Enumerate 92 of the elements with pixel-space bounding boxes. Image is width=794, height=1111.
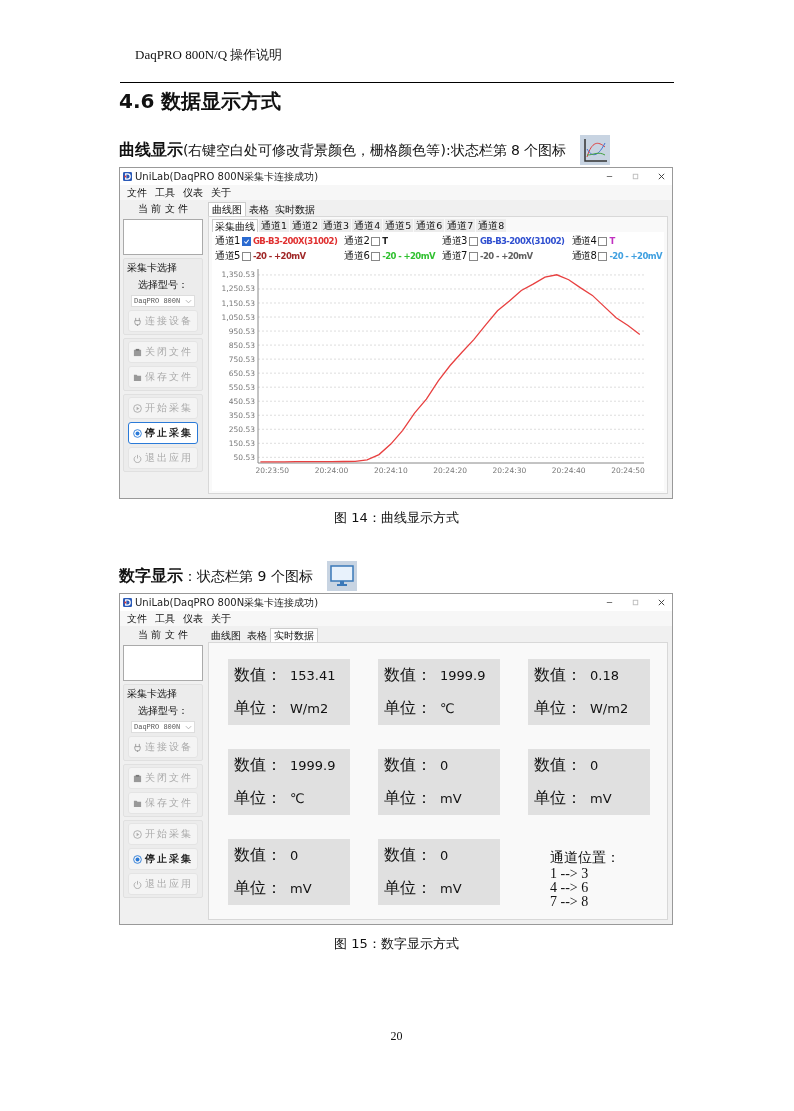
- tab[interactable]: 通道8: [476, 219, 507, 232]
- value-text: 0: [440, 758, 450, 773]
- mapping-text: 1 --> 3: [550, 867, 590, 881]
- channel-label: 通道8: [571, 249, 597, 263]
- page-number: 20: [390, 1029, 403, 1044]
- value-label: 数值：: [234, 755, 283, 776]
- sensor-label: -20 - +20mV: [479, 251, 533, 261]
- tab[interactable]: 表格: [246, 202, 272, 216]
- file-label: 当 前 文 件: [138, 628, 188, 642]
- tab[interactable]: 通道6: [414, 219, 445, 232]
- group-title: 采集卡选择: [127, 687, 177, 701]
- unit-text: mV: [440, 881, 463, 896]
- value-label: 数值：: [384, 755, 433, 776]
- menu-item[interactable]: 仪表: [180, 611, 206, 626]
- unit-label: 单位：: [534, 788, 583, 809]
- unit-label: 单位：: [234, 788, 283, 809]
- sensor-label: GB-B3-200X(31002): [479, 236, 565, 246]
- tab[interactable]: 通道1: [259, 219, 290, 232]
- unit-label: 单位：: [234, 698, 283, 719]
- note-title: 通道位置：: [550, 849, 621, 867]
- value-text: 0.18: [590, 668, 620, 683]
- menu-item[interactable]: 仪表: [180, 185, 206, 200]
- window-title: UniLab(DaqPRO 800N采集卡连接成功): [135, 169, 319, 184]
- channel-label: 通道7: [442, 249, 467, 263]
- tab[interactable]: 实时数据: [272, 202, 318, 216]
- page-header: DaqPRO 800N/Q 操作说明: [134, 46, 283, 64]
- model-label: 选择型号：: [138, 278, 188, 292]
- channel-label: 通道2: [344, 234, 370, 248]
- menu-item[interactable]: 关于: [208, 611, 234, 626]
- unit-text: ℃: [290, 791, 306, 806]
- sidebar-button[interactable]: 停止采集: [128, 422, 198, 444]
- value-label: 数值：: [534, 755, 583, 776]
- unit-text: mV: [590, 791, 613, 806]
- section-heading: 4.6 数据显示方式: [119, 88, 282, 115]
- channel-label: 通道6: [344, 249, 370, 263]
- tab[interactable]: 通道4: [352, 219, 383, 232]
- unit-text: ℃: [440, 701, 456, 716]
- menu-item[interactable]: 工具: [152, 611, 178, 626]
- sensor-label: -20 - +20mV: [252, 251, 306, 261]
- sensor-label: -20 - +20mV: [382, 251, 435, 261]
- channel-label: 通道5: [215, 249, 240, 263]
- value-label: 数值：: [534, 665, 583, 686]
- tab[interactable]: 采集曲线: [212, 219, 258, 232]
- value-text: 153.41: [290, 668, 337, 683]
- sensor-label: T: [609, 236, 615, 246]
- tab[interactable]: 曲线图: [208, 202, 246, 216]
- sensor-label: -20 - +20mV: [609, 251, 662, 261]
- group-title: 采集卡选择: [127, 261, 177, 275]
- intro-text: 数字显示：状态栏第 9 个图标: [119, 565, 313, 587]
- unit-text: W/m2: [290, 701, 330, 716]
- menu-item[interactable]: 关于: [208, 185, 234, 200]
- unit-text: W/m2: [590, 701, 630, 716]
- unit-text: mV: [290, 881, 313, 896]
- figure-caption: 图 14：曲线显示方式: [334, 509, 459, 527]
- menu-item[interactable]: 文件: [124, 611, 150, 626]
- tab[interactable]: 通道3: [321, 219, 352, 232]
- value-label: 数值：: [384, 845, 433, 866]
- value-text: 1999.9: [290, 758, 337, 773]
- file-label: 当 前 文 件: [138, 202, 188, 216]
- menu-item[interactable]: 文件: [124, 185, 150, 200]
- unit-label: 单位：: [534, 698, 583, 719]
- window-title: UniLab(DaqPRO 800N采集卡连接成功): [135, 595, 319, 610]
- unit-label: 单位：: [384, 698, 433, 719]
- menu-item[interactable]: 工具: [152, 185, 178, 200]
- channel-label: 通道3: [442, 234, 467, 248]
- figure-caption: 图 15：数字显示方式: [334, 935, 459, 953]
- value-label: 数值：: [234, 665, 283, 686]
- unit-text: mV: [440, 791, 463, 806]
- value-label: 数值：: [384, 665, 433, 686]
- sidebar-button[interactable]: 停止采集: [128, 848, 198, 870]
- unit-label: 单位：: [384, 878, 433, 899]
- channel-label: 通道4: [571, 234, 597, 248]
- value-label: 数值：: [234, 845, 283, 866]
- tab[interactable]: 表格: [244, 628, 270, 642]
- sensor-label: GB-B3-200X(31002): [252, 236, 338, 246]
- tab[interactable]: 通道2: [290, 219, 321, 232]
- tab[interactable]: 通道7: [445, 219, 476, 232]
- value-text: 0: [590, 758, 600, 773]
- tab[interactable]: 实时数据: [270, 628, 318, 642]
- unit-label: 单位：: [384, 788, 433, 809]
- value-text: 1999.9: [440, 668, 487, 683]
- tab[interactable]: 曲线图: [208, 628, 244, 642]
- tab[interactable]: 通道5: [383, 219, 414, 232]
- mapping-text: 7 --> 8: [550, 895, 590, 909]
- value-text: 0: [290, 848, 300, 863]
- sensor-label: T: [382, 236, 388, 246]
- unit-label: 单位：: [234, 878, 283, 899]
- mapping-text: 4 --> 6: [550, 881, 590, 895]
- channel-label: 通道1: [215, 234, 240, 248]
- value-text: 0: [440, 848, 450, 863]
- model-label: 选择型号：: [138, 704, 188, 718]
- intro-text: 曲线显示(右键空白处可修改背景颜色，栅格颜色等):状态栏第 8 个图标: [119, 139, 567, 161]
